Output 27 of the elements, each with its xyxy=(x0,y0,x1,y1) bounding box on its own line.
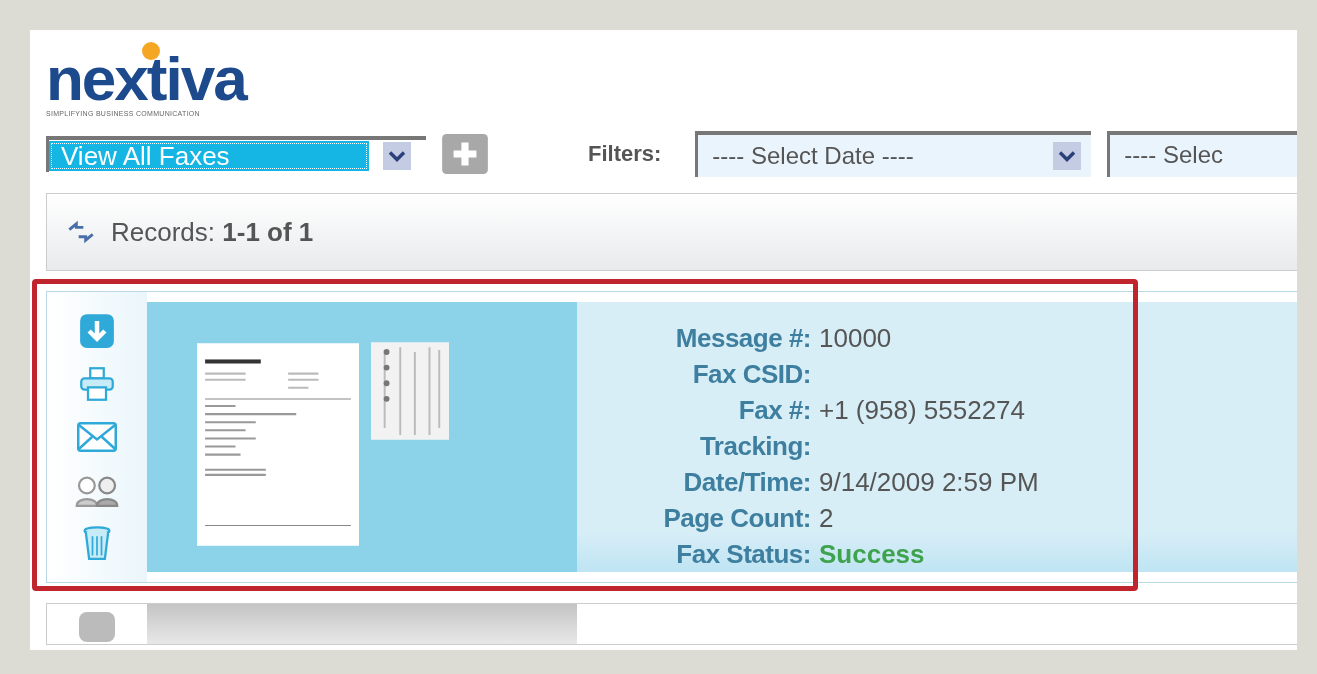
field-label: Fax Status: xyxy=(675,538,811,571)
logo-wordmark: nextiva xyxy=(46,50,246,108)
field-label: Fax CSID: xyxy=(691,358,811,391)
field-value: 10000 xyxy=(819,322,892,355)
field-label: Fax #: xyxy=(737,394,811,427)
print-icon[interactable] xyxy=(77,365,117,402)
field-label: Tracking: xyxy=(698,430,811,463)
fax-row[interactable]: Message #: 10000 Fax CSID: Fax #: +1 (958) 5552274 Tracking: Date/Time: 9/14/2009 2:59 PM Page Count: 2 Fax Status: Success xyxy=(46,291,1297,583)
add-button[interactable] xyxy=(440,134,490,174)
field-value: +1 (958) 5552274 xyxy=(819,394,1025,427)
refresh-icon[interactable] xyxy=(67,220,95,244)
filter-select[interactable]: ---- Selec xyxy=(1107,131,1297,177)
field-label: Date/Time: xyxy=(682,466,811,499)
field-value: 2 xyxy=(819,502,834,535)
field-label: Page Count: xyxy=(662,502,811,535)
dropdown-caret-icon xyxy=(383,142,411,170)
date-select[interactable]: ---- Select Date ---- xyxy=(695,131,1092,177)
fax-page-thumbnail[interactable] xyxy=(371,342,449,440)
field-label: Message #: xyxy=(674,322,811,355)
dropdown-caret-icon xyxy=(1053,142,1082,170)
download-icon[interactable] xyxy=(77,312,117,349)
status-value: Success xyxy=(819,538,925,571)
filters-label: Filters: xyxy=(588,141,662,167)
fax-page-thumbnail[interactable] xyxy=(197,342,359,547)
next-row-icon xyxy=(79,612,115,642)
records-count: Records: 1-1 of 1 xyxy=(111,216,314,248)
field-value: 9/14/2009 2:59 PM xyxy=(819,466,1039,499)
